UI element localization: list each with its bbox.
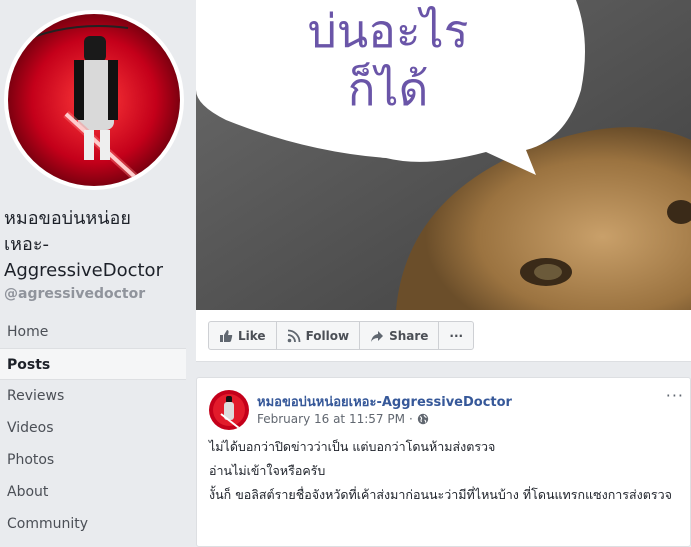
nav-item-home[interactable]: Home	[0, 316, 186, 348]
cover-photo[interactable]: บ่นอะไร ก็ได้	[196, 0, 691, 310]
action-button-group: Like Follow Share ···	[208, 321, 475, 350]
nav-item-photos[interactable]: Photos	[0, 444, 186, 476]
profile-picture[interactable]	[8, 14, 180, 186]
more-options-button[interactable]: ···	[439, 322, 473, 349]
share-button[interactable]: Share	[360, 322, 440, 349]
nav-item-about[interactable]: About	[0, 476, 186, 508]
nav-item-community[interactable]: Community	[0, 508, 186, 540]
page-title[interactable]: หมอขอบ่นหน่อย เหอะ- AggressiveDoctor	[4, 206, 194, 284]
nav-item-posts[interactable]: Posts	[0, 348, 186, 380]
post-options-button[interactable]: ···	[666, 386, 684, 405]
post-author-avatar[interactable]	[209, 390, 249, 430]
meta-separator: ·	[408, 412, 413, 426]
nav-item-videos[interactable]: Videos	[0, 412, 186, 444]
left-sidebar: หมอขอบ่นหน่อย เหอะ- AggressiveDoctor @ag…	[0, 0, 196, 535]
page-title-line: AggressiveDoctor	[4, 260, 163, 281]
follow-button[interactable]: Follow	[277, 322, 361, 349]
post-paragraph: งั้นก็ ขอลิสต์รายชื่อจังหวัดที่เค้าส่งมา…	[209, 487, 672, 502]
post-author-name[interactable]: หมอขอบ่นหน่อยเหอะ-AggressiveDoctor	[257, 391, 512, 412]
post-card: หมอขอบ่นหน่อยเหอะ-AggressiveDoctor Febru…	[196, 377, 691, 547]
post-paragraph: ไม่ได้บอกว่าปิดข่าวว่าเป็น แต่บอกว่าโดนห…	[209, 439, 496, 454]
post-body: ไม่ได้บอกว่าปิดข่าวว่าเป็น แต่บอกว่าโดนห…	[209, 438, 679, 510]
post-meta: February 16 at 11:57 PM ·	[257, 412, 429, 426]
page-title-line: หมอขอบ่นหน่อย	[4, 208, 131, 229]
share-label: Share	[389, 328, 429, 343]
rss-icon	[287, 329, 300, 342]
page-action-bar: Like Follow Share ···	[196, 310, 691, 362]
nav-item-reviews[interactable]: Reviews	[0, 380, 186, 412]
share-arrow-icon	[371, 330, 384, 342]
globe-icon[interactable]	[417, 413, 429, 425]
thumbs-up-icon	[220, 329, 233, 342]
like-label: Like	[238, 328, 266, 343]
follow-label: Follow	[305, 328, 350, 343]
page-title-line: เหอะ-	[4, 234, 49, 255]
page-handle[interactable]: @agressivedoctor	[4, 286, 145, 302]
cover-caption-line-1: บ่นอะไร	[307, 4, 469, 58]
page-nav: Home Posts Reviews Videos Photos About C…	[0, 316, 186, 540]
post-paragraph: อ่านไม่เข้าใจหรือครับ	[209, 463, 326, 478]
like-button[interactable]: Like	[209, 322, 277, 349]
cover-caption-line-2: ก็ได้	[347, 62, 429, 116]
cover-caption: บ่นอะไร ก็ได้	[258, 2, 518, 118]
more-dots-icon: ···	[449, 328, 464, 343]
post-timestamp[interactable]: February 16 at 11:57 PM	[257, 412, 405, 426]
